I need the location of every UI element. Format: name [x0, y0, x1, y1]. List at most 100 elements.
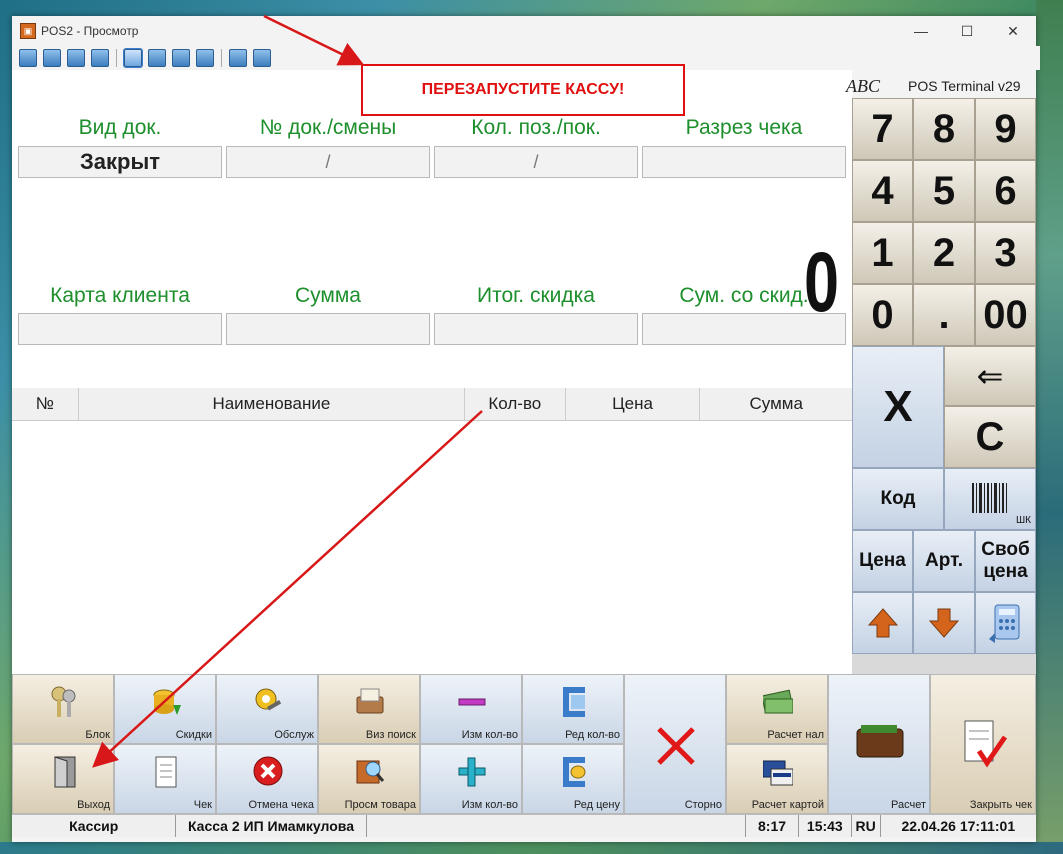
status-register: Касса 2 ИП Имамкулова: [176, 815, 367, 837]
desktop-background-right: [1036, 0, 1063, 854]
key-5[interactable]: 5: [913, 160, 975, 222]
label-sum: Сумма: [295, 284, 361, 307]
gear-icon: [255, 688, 282, 711]
status-time1: 8:17: [746, 815, 799, 837]
service-button[interactable]: Обслуж: [216, 674, 318, 744]
col-number[interactable]: №: [12, 388, 79, 420]
view-goods-button[interactable]: Просм товара: [318, 744, 420, 814]
change-qty-minus-button[interactable]: Изм кол-во: [420, 674, 522, 744]
clamp-icon: [563, 687, 585, 717]
desktop-background-bottom: [0, 842, 1063, 854]
items-table-header: № Наименование Кол-во Цена Сумма: [12, 388, 852, 421]
change-qty-plus-button[interactable]: Изм кол-во: [420, 744, 522, 814]
close-button[interactable]: ✕: [990, 16, 1036, 46]
receipt-split-field: [642, 146, 846, 178]
key-x[interactable]: X: [852, 346, 944, 468]
key-clear[interactable]: C: [944, 406, 1036, 468]
calculator-icon: [988, 604, 1019, 643]
key-9[interactable]: 9: [975, 98, 1036, 160]
cash-payment-label: Расчет нал: [767, 729, 824, 741]
maximize-button[interactable]: ☐: [944, 16, 990, 46]
col-price[interactable]: Цена: [566, 388, 701, 420]
cancel-receipt-button[interactable]: Отмена чека: [216, 744, 318, 814]
sum-field: [226, 313, 430, 345]
cancel-circle-icon: [253, 756, 283, 786]
barcode-button[interactable]: ШК: [944, 468, 1036, 530]
phone-icon[interactable]: [67, 49, 85, 67]
key-dot[interactable]: .: [913, 284, 975, 346]
window-view-icon[interactable]: [123, 48, 143, 68]
close-receipt-label: Закрыть чек: [969, 799, 1032, 811]
art-button[interactable]: Арт.: [913, 530, 975, 592]
col-name[interactable]: Наименование: [79, 388, 465, 420]
key-3[interactable]: 3: [975, 222, 1036, 284]
col-qty[interactable]: Кол-во: [465, 388, 566, 420]
label-client-card: Карта клиента: [50, 284, 190, 307]
label-doc-shift: № док./смены: [259, 116, 397, 139]
receipt-label: Чек: [193, 799, 212, 811]
monitor-icon[interactable]: [19, 49, 37, 67]
block-label: Блок: [85, 729, 110, 741]
arrow-up-icon: [867, 608, 898, 638]
card-file-icon: [356, 688, 384, 714]
visual-search-label: Виз поиск: [365, 729, 416, 741]
calculator-button[interactable]: [975, 592, 1036, 654]
code-button[interactable]: Код: [852, 468, 944, 530]
minus-icon: [458, 698, 486, 706]
key-8[interactable]: 8: [913, 98, 975, 160]
keypad: 7 8 9 4 5 6 1 2 3 0 . 00 X ⇐ C Код ШК Це…: [852, 98, 1036, 674]
free-price-label-2: цена: [983, 561, 1028, 582]
close-receipt-button[interactable]: Закрыть чек: [930, 674, 1036, 814]
minimize-button[interactable]: —: [898, 16, 944, 46]
wallet-icon: [856, 725, 904, 758]
square-view-icon[interactable]: [172, 49, 190, 67]
visual-search-button[interactable]: Виз поиск: [318, 674, 420, 744]
plus-icon: [458, 757, 486, 787]
title-bar: ▣ POS2 - Просмотр — ☐ ✕: [12, 16, 1036, 46]
network-icon[interactable]: [43, 49, 61, 67]
qty-pos-field: /: [434, 146, 638, 178]
key-backspace[interactable]: ⇐: [944, 346, 1036, 406]
copy-icon[interactable]: [229, 49, 247, 67]
coins-icon: [153, 689, 181, 715]
label-qty-pos: Кол. поз./пок.: [471, 116, 601, 139]
keys-icon: [51, 686, 76, 717]
arrow-down-button[interactable]: [913, 592, 975, 654]
key-4[interactable]: 4: [852, 160, 913, 222]
status-datetime: 22.04.26 17:11:01: [901, 818, 1016, 834]
key-0[interactable]: 0: [852, 284, 913, 346]
key-2[interactable]: 2: [913, 222, 975, 284]
free-price-button[interactable]: Своб цена: [975, 530, 1036, 592]
discounts-button[interactable]: Скидки: [114, 674, 216, 744]
tools-icon[interactable]: [253, 49, 271, 67]
block-button[interactable]: Блок: [12, 674, 114, 744]
arrow-up-button[interactable]: [852, 592, 913, 654]
edit-qty-button[interactable]: Ред кол-во: [522, 674, 624, 744]
message-icon[interactable]: [91, 49, 109, 67]
card-payment-button[interactable]: Расчет картой: [726, 744, 828, 814]
storno-label: Сторно: [684, 799, 722, 811]
fullscreen-icon[interactable]: [148, 49, 166, 67]
key-6[interactable]: 6: [975, 160, 1036, 222]
exit-button[interactable]: Выход: [12, 744, 114, 814]
cash-payment-button[interactable]: Расчет нал: [726, 674, 828, 744]
key-7[interactable]: 7: [852, 98, 913, 160]
price-button[interactable]: Цена: [852, 530, 913, 592]
receipt-button[interactable]: Чек: [114, 744, 216, 814]
doc-type-field: Закрыт: [18, 146, 222, 178]
storno-button[interactable]: Сторно: [624, 674, 726, 814]
payment-button[interactable]: Расчет: [828, 674, 930, 814]
edit-price-button[interactable]: Ред цену: [522, 744, 624, 814]
doc-shift-field: /: [226, 146, 430, 178]
status-spacer: [367, 815, 747, 837]
col-sum[interactable]: Сумма: [700, 388, 852, 420]
service-label: Обслуж: [274, 729, 314, 741]
pos-window: ▣ POS2 - Просмотр — ☐ ✕ Вид док. № док./…: [12, 16, 1040, 842]
label-total-discount: Итог. скидка: [477, 284, 595, 307]
receipt-check-icon: [964, 720, 1007, 768]
edit-qty-label: Ред кол-во: [565, 729, 620, 741]
key-1[interactable]: 1: [852, 222, 913, 284]
client-card-field[interactable]: [18, 313, 222, 345]
key-00[interactable]: 00: [975, 284, 1036, 346]
fit-view-icon[interactable]: [196, 49, 214, 67]
